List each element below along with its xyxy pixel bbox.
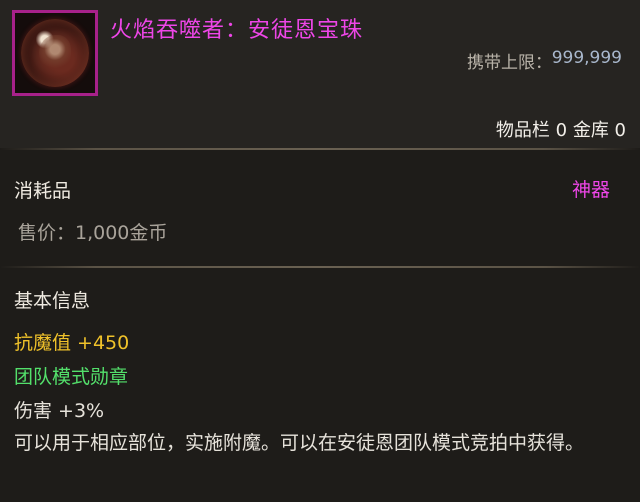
stat-magic-resist: 抗魔值 +450 [14,332,130,354]
divider [0,148,640,150]
item-category: 消耗品 [14,180,72,202]
divider [0,266,640,268]
item-icon-frame [12,10,98,96]
item-price: 售价：1,000金币 [18,222,168,244]
red-orb-icon [21,19,89,87]
item-title: 火焰吞噬者：安徒恩宝珠 [110,18,364,43]
storage-count: 物品栏 0 金库 0 [495,120,626,141]
stat-damage: 伤害 +3% [14,400,105,422]
tooltip-header: 火焰吞噬者：安徒恩宝珠 携带上限： 999,999 物品栏 0 金库 0 [0,0,640,148]
carry-limit-value: 999,999 [551,48,622,68]
item-tooltip: 火焰吞噬者：安徒恩宝珠 携带上限： 999,999 物品栏 0 金库 0 消耗品… [0,0,640,502]
carry-limit-label: 携带上限： [467,53,552,73]
item-description: 可以用于相应部位，实施附魔。可以在安徒恩团队模式竞拍中获得。 [14,432,585,454]
basic-info-heading: 基本信息 [14,290,91,312]
item-rarity: 神器 [571,179,610,201]
stat-raid-medal: 团队模式勋章 [14,366,129,388]
